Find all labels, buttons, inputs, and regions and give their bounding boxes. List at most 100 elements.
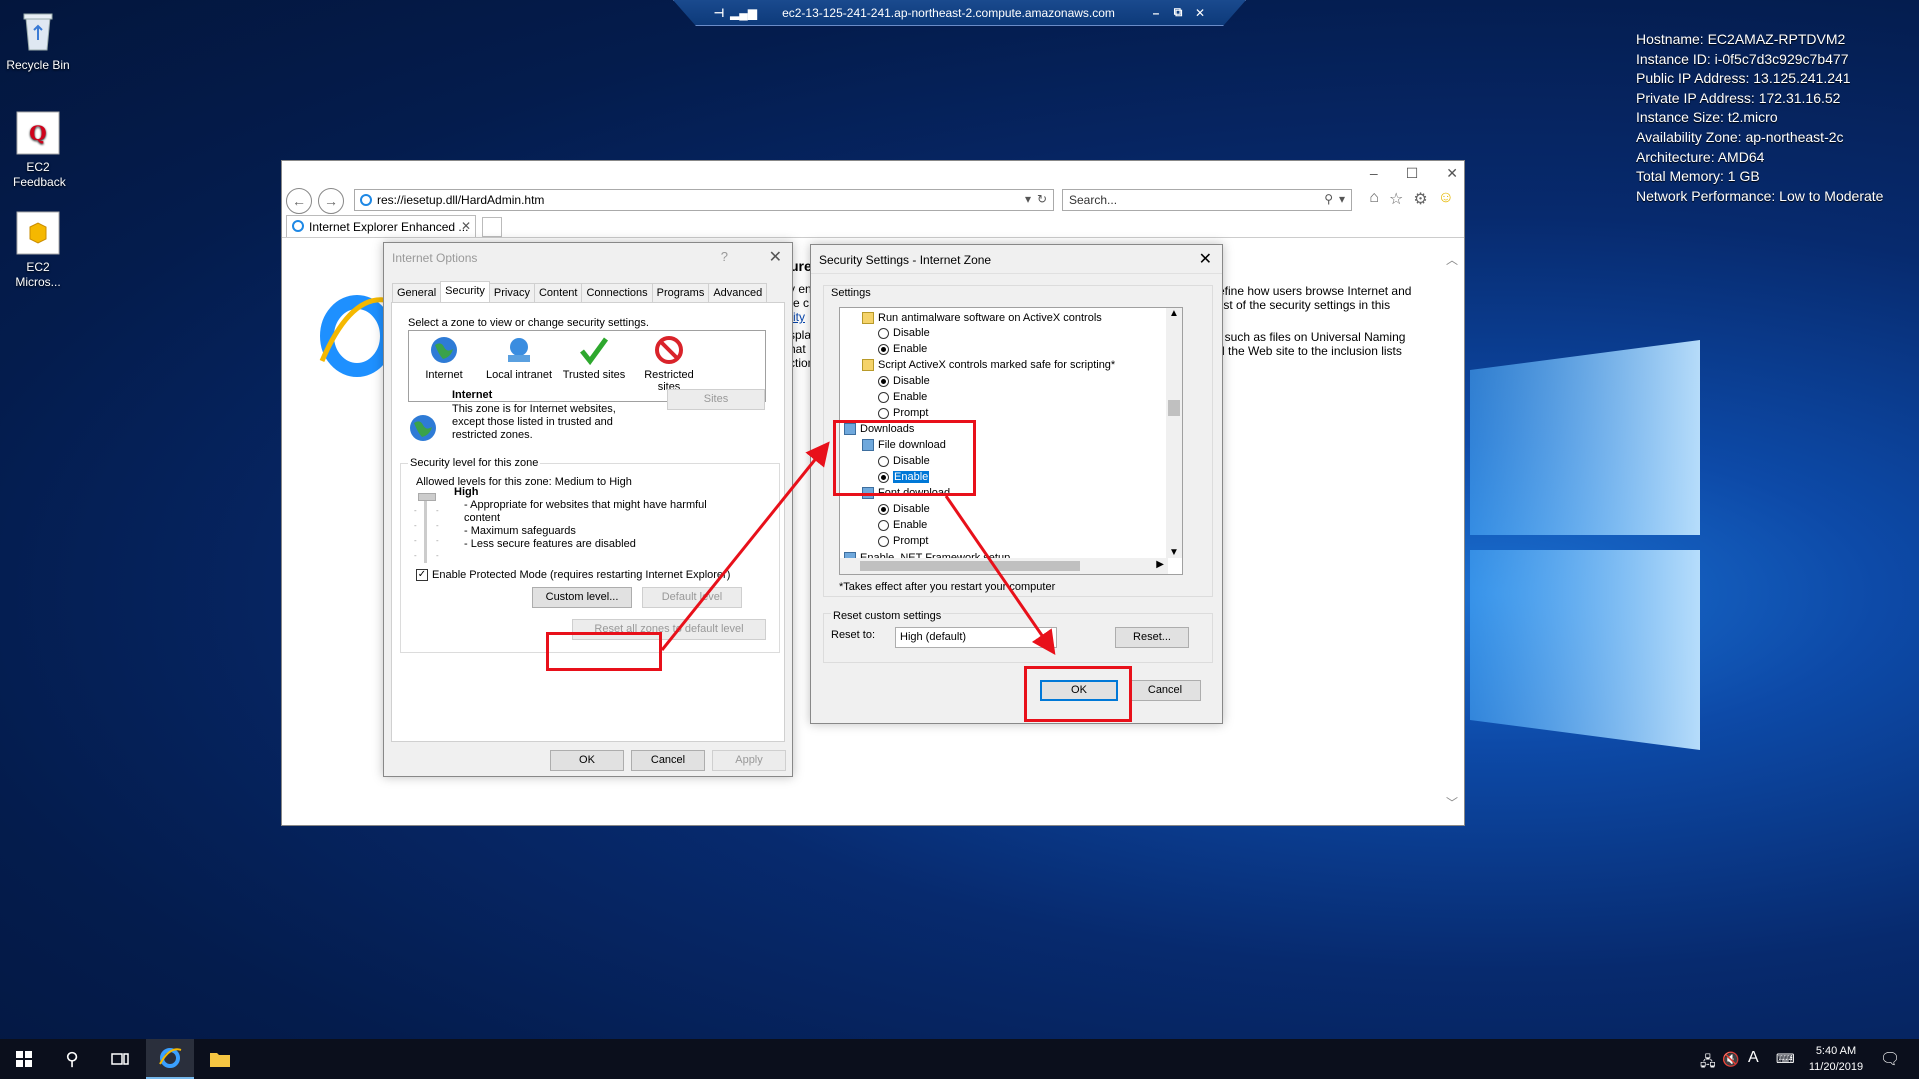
tab-programs[interactable]: Programs	[651, 283, 710, 304]
reset-group-label: Reset custom settings	[831, 610, 944, 622]
custom-level-button[interactable]: Custom level...	[532, 587, 632, 608]
rdp-restore-button[interactable]: ⧉	[1167, 5, 1189, 20]
recycle-bin-desktop-icon[interactable]: Recycle Bin	[0, 8, 76, 73]
minimize-icon[interactable]: –	[1370, 165, 1378, 182]
architecture: Architecture: AMD64	[1636, 148, 1765, 165]
tab-ie-icon	[291, 219, 305, 236]
zone-description: This zone is for Internet websites, exce…	[452, 403, 616, 441]
file-explorer-icon[interactable]	[196, 1039, 244, 1079]
rdp-close-button[interactable]: ✕	[1189, 6, 1211, 20]
close-icon[interactable]: ✕	[1446, 165, 1458, 182]
new-tab-button[interactable]	[482, 217, 502, 237]
setting-icon	[862, 359, 874, 371]
close-icon[interactable]: ✕	[1199, 249, 1212, 269]
reset-button[interactable]: Reset...	[1115, 627, 1189, 648]
tab-security[interactable]: Security	[440, 281, 490, 302]
close-icon[interactable]: ✕	[769, 247, 782, 267]
cancel-button[interactable]: Cancel	[1129, 680, 1201, 701]
dropdown-icon[interactable]: ▾	[1025, 192, 1031, 206]
zone-local-intranet[interactable]: Local intranet	[484, 335, 554, 381]
scroll-down-icon[interactable]: ﹀	[1446, 794, 1458, 811]
tab-connections[interactable]: Connections	[581, 283, 653, 304]
back-button[interactable]: ←	[286, 188, 312, 214]
start-button[interactable]	[0, 1039, 48, 1079]
protected-mode-checkbox[interactable]: ✓	[416, 569, 428, 581]
horizontal-scrollbar[interactable]: ▶	[840, 558, 1168, 574]
scroll-up-icon[interactable]: ▲	[1169, 308, 1179, 319]
rdp-minimize-button[interactable]: –	[1145, 6, 1167, 20]
radio-option[interactable]: Enable	[878, 343, 927, 355]
radio-option[interactable]: Disable	[878, 327, 930, 339]
taskbar-ie-button[interactable]	[146, 1039, 194, 1079]
maximize-icon[interactable]: ☐	[1406, 165, 1419, 182]
tab-general[interactable]: General	[392, 283, 442, 304]
taskbar: ⚲ 🖧 🔇 A ⌨ 5:40 AM 11/20/2019 🗨	[0, 1039, 1919, 1079]
tab-content[interactable]: Content	[533, 283, 583, 304]
address-bar[interactable]: res://iesetup.dll/HardAdmin.htm ▾ ↻	[354, 189, 1054, 211]
page-fragment: ure	[790, 258, 812, 274]
default-level-button[interactable]: Default level	[642, 587, 742, 608]
ec2-microsoft-desktop-icon[interactable]: EC2 Micros...	[0, 210, 76, 290]
hscroll-thumb[interactable]	[860, 561, 1080, 571]
radio-option[interactable]: Enable	[878, 519, 927, 531]
radio-option[interactable]: Disable	[878, 375, 930, 387]
apply-button[interactable]: Apply	[712, 750, 786, 771]
search-icon[interactable]: ⚲	[1324, 192, 1333, 206]
gear-icon[interactable]: ⚙	[1413, 189, 1427, 209]
radio-option[interactable]: Prompt	[878, 535, 928, 547]
keyboard-icon[interactable]: ⌨	[1776, 1051, 1795, 1067]
internet-options-dialog: Internet Options ? ✕ General Security Pr…	[383, 242, 793, 777]
tab-advanced[interactable]: Advanced	[708, 283, 768, 304]
scroll-right-icon[interactable]: ▶	[1156, 559, 1164, 570]
vertical-scrollbar[interactable]: ▲ ▼	[1166, 308, 1182, 558]
ok-button[interactable]: OK	[550, 750, 624, 771]
slider-thumb[interactable]	[418, 493, 436, 501]
scroll-down-icon[interactable]: ▼	[1169, 547, 1179, 558]
help-button[interactable]: ?	[721, 249, 728, 264]
radio-option[interactable]: Enable	[878, 391, 927, 403]
forward-button[interactable]: →	[318, 188, 344, 214]
desktop-icon-label: EC2 Feedback	[13, 160, 66, 189]
refresh-icon[interactable]: ↻	[1037, 192, 1047, 206]
tab-privacy[interactable]: Privacy	[488, 283, 535, 304]
setting-heading: Run antimalware software on ActiveX cont…	[862, 312, 1102, 324]
instance-id: Instance ID: i-0f5c7d3c929c7b477	[1636, 50, 1849, 67]
total-memory: Total Memory: 1 GB	[1636, 168, 1760, 185]
clock-time: 5:40 AM	[1815, 1045, 1857, 1057]
task-view-icon[interactable]	[96, 1039, 144, 1079]
browser-tab[interactable]: Internet Explorer Enhanced ... ✕	[286, 215, 476, 237]
network-icon[interactable]: 🖧	[1700, 1051, 1716, 1075]
security-level-slider[interactable]: ---- ----	[414, 493, 439, 568]
pin-icon[interactable]: ⊣	[708, 6, 730, 20]
reset-to-label: Reset to:	[831, 629, 876, 641]
selected-zone-name: Internet	[452, 389, 493, 401]
search-dropdown-icon[interactable]: ▾	[1339, 192, 1345, 206]
zone-internet[interactable]: Internet	[409, 335, 479, 381]
zone-trusted-sites[interactable]: Trusted sites	[559, 335, 629, 381]
tab-close-icon[interactable]: ✕	[461, 219, 471, 233]
forward-arrow-icon: →	[324, 193, 338, 209]
smiley-icon[interactable]: ☺	[1438, 189, 1454, 209]
scroll-up-icon[interactable]: ︿	[1446, 251, 1458, 268]
search-box[interactable]: Search... ⚲ ▾	[1062, 189, 1352, 211]
svg-text:Q: Q	[29, 121, 46, 145]
page-scrollbar[interactable]: ︿ ﹀	[1446, 251, 1460, 811]
cancel-button[interactable]: Cancel	[631, 750, 705, 771]
radio-option[interactable]: Prompt	[878, 407, 928, 419]
input-method-indicator[interactable]: A	[1748, 1049, 1759, 1067]
dialog-title: Internet Options	[392, 251, 478, 265]
tab-title: Internet Explorer Enhanced ...	[309, 219, 469, 234]
reset-to-select[interactable]: High (default) ⌄	[895, 627, 1057, 648]
ec2-feedback-desktop-icon[interactable]: Q EC2 Feedback	[0, 110, 76, 190]
volume-muted-icon[interactable]: 🔇	[1722, 1051, 1739, 1068]
scrollbar-thumb[interactable]	[1168, 400, 1180, 416]
sites-button[interactable]: Sites	[667, 389, 765, 410]
home-icon[interactable]: ⌂	[1369, 189, 1379, 209]
zone-restricted-sites[interactable]: Restricted sites	[634, 335, 704, 393]
signal-icon: ▂▄▆	[730, 5, 757, 20]
notification-icon[interactable]: 🗨	[1880, 1049, 1900, 1069]
clock[interactable]: 5:40 AM 11/20/2019	[1806, 1043, 1866, 1075]
search-icon[interactable]: ⚲	[48, 1039, 96, 1079]
radio-option[interactable]: Disable	[878, 503, 930, 515]
favorites-icon[interactable]: ☆	[1389, 189, 1403, 209]
